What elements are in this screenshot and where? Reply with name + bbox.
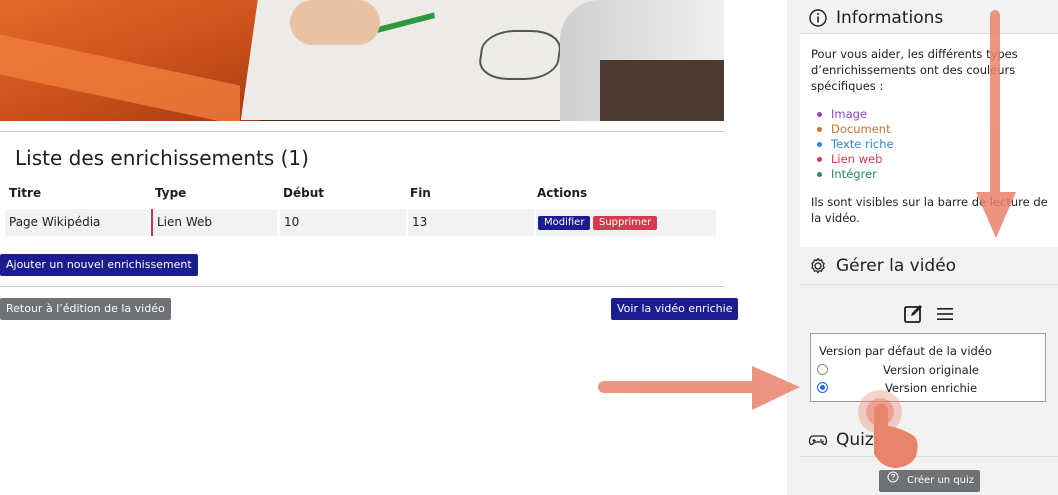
legend-label: Intégrer bbox=[831, 167, 877, 181]
legend-dot bbox=[817, 127, 822, 132]
info-title: Informations bbox=[836, 8, 944, 28]
delete-button[interactable]: Supprimer bbox=[593, 216, 658, 230]
help-circle-icon bbox=[887, 470, 899, 492]
legend-dot bbox=[817, 172, 822, 177]
cell-debut: 10 bbox=[280, 209, 406, 236]
radio-label: Version enrichie bbox=[884, 381, 978, 395]
quiz-section-header: Quiz bbox=[808, 430, 874, 450]
create-quiz-label: Créer un quiz bbox=[907, 475, 975, 486]
info-outro-1: Ils sont visibles sur la barre de lectur… bbox=[811, 195, 1048, 209]
modify-button[interactable]: Modifier bbox=[538, 216, 591, 230]
video-thumbnail bbox=[0, 0, 724, 121]
gear-icon bbox=[808, 256, 828, 276]
col-header-debut: Début bbox=[283, 186, 324, 200]
radio-label: Version originale bbox=[882, 363, 979, 377]
legend-label: Document bbox=[831, 122, 891, 136]
col-header-actions: Actions bbox=[537, 186, 588, 200]
cell-type: Lien Web bbox=[151, 209, 277, 236]
info-section-header: Informations bbox=[808, 8, 943, 28]
info-intro-2: d’enrichissements ont des couleurs bbox=[811, 63, 1016, 77]
legend-label: Lien web bbox=[831, 152, 883, 166]
divider bbox=[0, 131, 724, 132]
divider bbox=[0, 286, 724, 287]
legend-item-image: Image bbox=[817, 107, 867, 122]
info-intro-3: spécifiques : bbox=[811, 79, 884, 93]
edit-icon[interactable] bbox=[903, 303, 925, 329]
legend-dot bbox=[817, 142, 822, 147]
create-quiz-button[interactable]: Créer un quiz bbox=[879, 470, 981, 492]
add-enrichment-button[interactable]: Ajouter un nouvel enrichissement bbox=[0, 254, 198, 276]
info-outro-2: la vidéo. bbox=[811, 211, 860, 225]
col-header-type: Type bbox=[155, 186, 187, 200]
cell-fin: 13 bbox=[408, 209, 534, 236]
legend-dot bbox=[817, 157, 822, 162]
divider bbox=[800, 284, 1058, 285]
legend-item-integrer: Intégrer bbox=[817, 167, 877, 182]
legend-label: Image bbox=[831, 107, 868, 121]
info-icon bbox=[808, 8, 828, 28]
gamepad-icon bbox=[808, 430, 828, 450]
legend-item-lien-web: Lien web bbox=[817, 152, 882, 167]
divider bbox=[800, 456, 1058, 457]
manage-title: Gérer la vidéo bbox=[836, 256, 957, 276]
divider bbox=[800, 33, 1058, 34]
cell-titre: Page Wikipédia bbox=[5, 209, 149, 236]
back-to-video-edit-button[interactable]: Retour à l’édition de la vidéo bbox=[0, 298, 171, 320]
legend-item-document: Document bbox=[817, 122, 891, 137]
radio-version-enrichie[interactable]: Version enrichie bbox=[817, 380, 1045, 396]
legend-item-texte-riche: Texte riche bbox=[817, 137, 894, 152]
view-enriched-video-button[interactable]: Voir la vidéo enrichie bbox=[611, 298, 739, 320]
arrow-right-icon bbox=[598, 366, 800, 410]
manage-section-header: Gérer la vidéo bbox=[808, 256, 956, 276]
quiz-title: Quiz bbox=[836, 430, 874, 450]
radio-version-originale[interactable]: Version originale bbox=[817, 362, 1045, 378]
manage-tools bbox=[903, 303, 955, 329]
col-header-titre: Titre bbox=[9, 186, 42, 200]
info-intro-1: Pour vous aider, les différents types bbox=[811, 47, 1018, 61]
enrichments-list-title: Liste des enrichissements (1) bbox=[15, 146, 309, 170]
legend-label: Texte riche bbox=[831, 137, 894, 151]
col-header-fin: Fin bbox=[410, 186, 431, 200]
legend-dot bbox=[817, 112, 822, 117]
menu-icon[interactable] bbox=[935, 304, 955, 328]
default-version-label: Version par défaut de la vidéo bbox=[819, 344, 992, 358]
